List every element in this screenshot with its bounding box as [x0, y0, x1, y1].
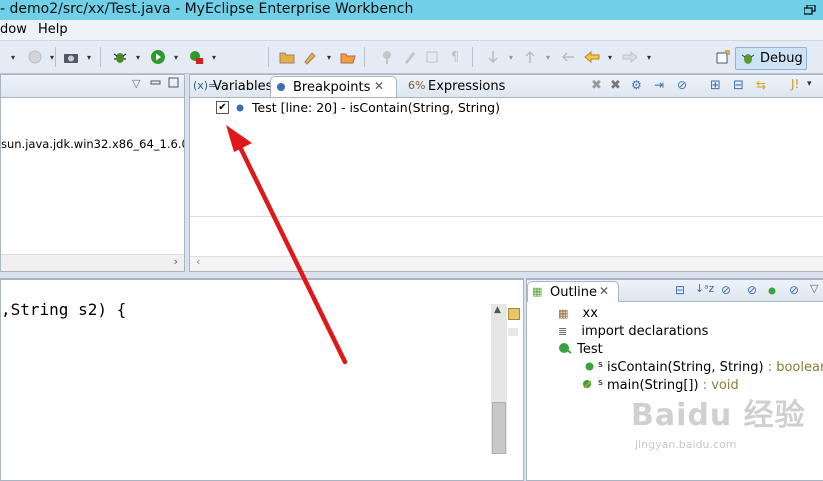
annotation-arrow [226, 125, 348, 365]
